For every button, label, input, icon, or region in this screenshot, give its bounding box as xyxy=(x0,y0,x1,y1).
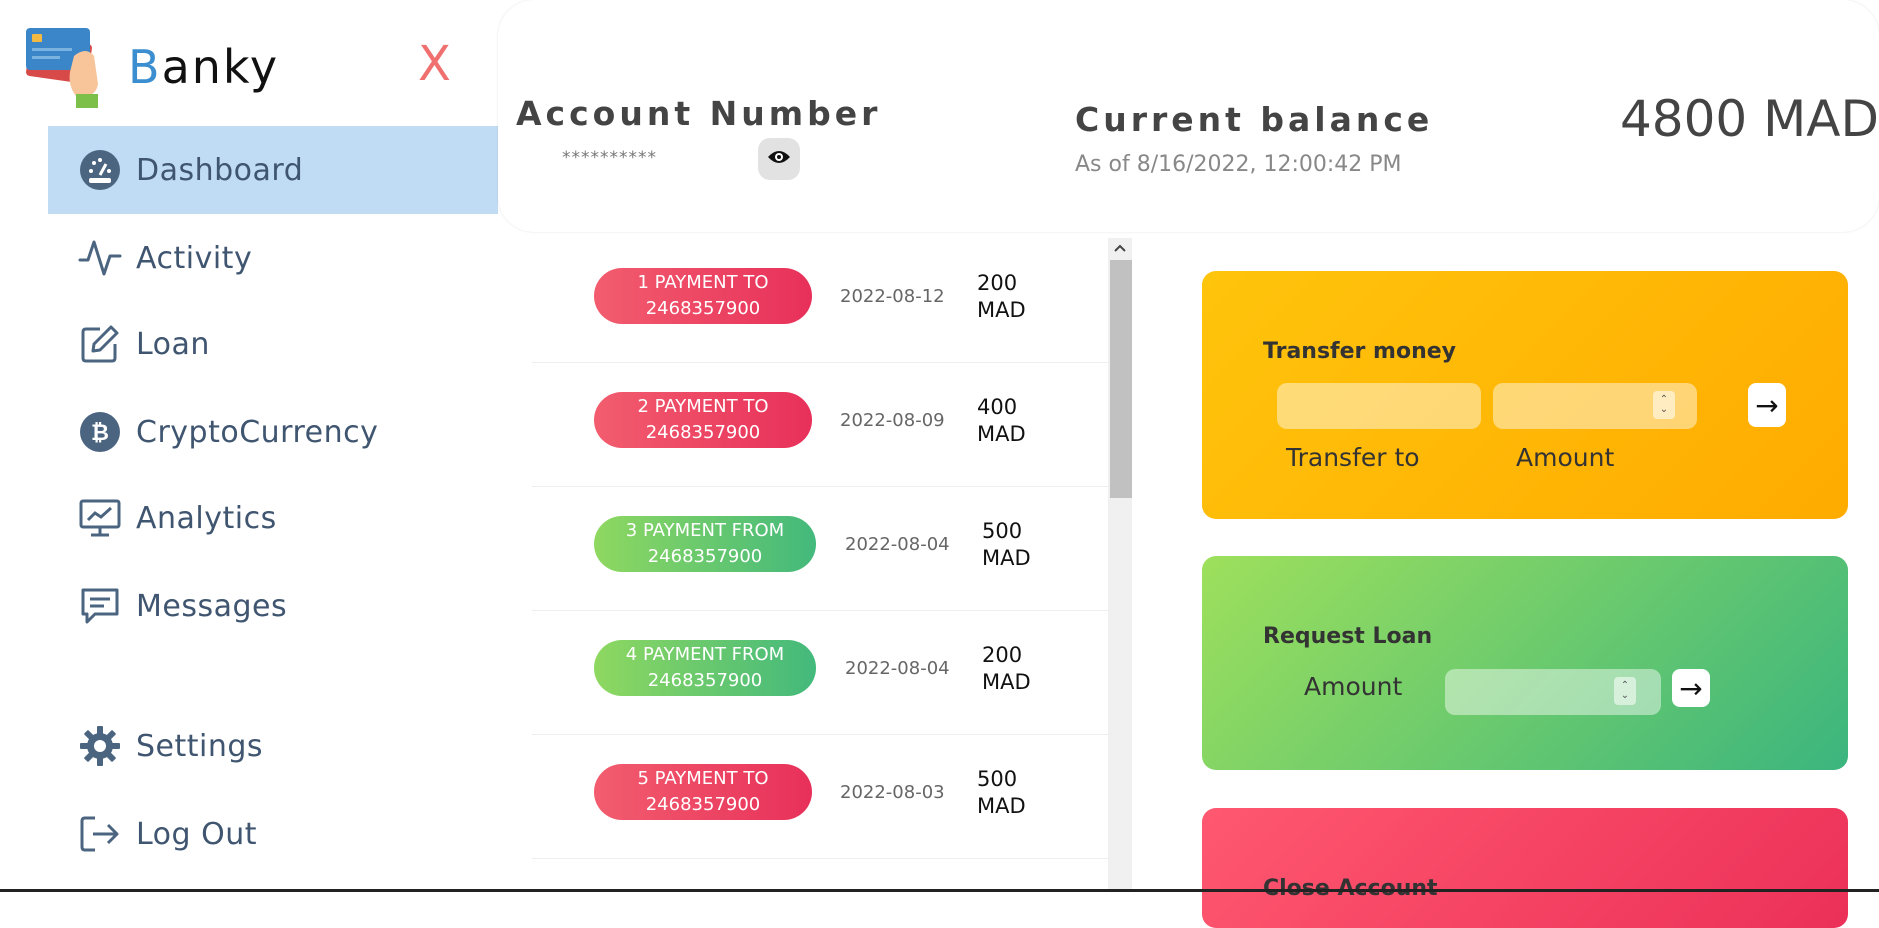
sidebar-item-label: Dashboard xyxy=(136,152,304,188)
activity-pulse-icon xyxy=(78,236,122,280)
transfer-amount-label: Amount xyxy=(1516,443,1615,472)
balance-amount: 4800 MAD xyxy=(1620,90,1879,148)
sidebar-item-label: Activity xyxy=(136,240,253,276)
movement-row: 2 PAYMENT TO 2468357900 2022-08-09 400 MAD xyxy=(532,362,1108,487)
movement-type-badge: 5 PAYMENT TO 2468357900 xyxy=(594,764,812,820)
sidebar-item-label: Settings xyxy=(136,728,264,764)
monitor-chart-icon xyxy=(78,496,122,540)
transfer-money-card: Transfer money ⌃ ⌄ → Transfer to Amount xyxy=(1202,271,1848,519)
movement-row: 4 PAYMENT FROM 2468357900 2022-08-04 200 M… xyxy=(532,610,1108,735)
dashboard-gauge-icon xyxy=(78,148,122,192)
transfer-to-label: Transfer to xyxy=(1286,443,1420,472)
movement-amount: 500 MAD xyxy=(982,519,1031,570)
account-number-value: ********** xyxy=(562,148,657,168)
bitcoin-icon: ₿ xyxy=(78,410,122,454)
sidebar-item-label: Loan xyxy=(136,326,210,362)
balance-date: As of 8/16/2022, 12:00:42 PM xyxy=(1075,152,1402,177)
svg-text:₿: ₿ xyxy=(91,421,109,446)
movement-amount: 400 MAD xyxy=(977,395,1026,446)
movement-amount: 500 MAD xyxy=(977,767,1026,818)
gear-icon xyxy=(78,724,122,768)
sidebar-item-messages[interactable]: Messages xyxy=(48,562,498,650)
movement-date: 2022-08-12 xyxy=(840,286,945,307)
edit-note-icon xyxy=(78,322,122,366)
loan-amount-label: Amount xyxy=(1304,672,1403,701)
scrollbar-thumb[interactable] xyxy=(1110,260,1132,498)
movement-type-badge: 4 PAYMENT FROM 2468357900 xyxy=(594,640,816,696)
sidebar-item-loan[interactable]: Loan xyxy=(48,300,498,388)
sidebar-item-activity[interactable]: Activity xyxy=(48,214,498,302)
show-account-number-button[interactable] xyxy=(758,138,800,180)
movement-row: 1 PAYMENT TO 2468357900 2022-08-12 200 MAD xyxy=(532,238,1108,363)
movement-row: 3 PAYMENT FROM 2468357900 2022-08-04 500 M… xyxy=(532,486,1108,611)
account-number-title: Account Number xyxy=(516,94,882,133)
transfer-submit-button[interactable]: → xyxy=(1748,383,1786,427)
sidebar-item-dashboard[interactable]: Dashboard xyxy=(48,126,498,214)
amount-stepper[interactable]: ⌃ ⌄ xyxy=(1653,391,1675,419)
sidebar-item-label: Messages xyxy=(136,588,288,624)
sidebar-item-settings[interactable]: Settings xyxy=(48,702,498,790)
sidebar-item-analytics[interactable]: Analytics xyxy=(48,474,498,562)
movement-amount: 200 MAD xyxy=(982,643,1031,694)
message-icon xyxy=(78,584,122,628)
movement-date: 2022-08-09 xyxy=(840,410,945,431)
movement-date: 2022-08-04 xyxy=(845,658,950,679)
movements-list[interactable]: 1 PAYMENT TO 2468357900 2022-08-12 200 MAD… xyxy=(532,238,1108,892)
sidebar-item-logout[interactable]: Log Out xyxy=(48,790,498,878)
sidebar-item-label: Log Out xyxy=(136,816,258,852)
sidebar-item-cryptocurrency[interactable]: ₿ CryptoCurrency xyxy=(48,388,498,476)
movement-type-badge: 1 PAYMENT TO 2468357900 xyxy=(594,268,812,324)
current-balance-title: Current balance xyxy=(1075,100,1434,139)
card-hand-logo-icon xyxy=(24,26,114,110)
close-account-card: Close Account xyxy=(1202,808,1848,928)
logout-icon xyxy=(78,812,122,856)
sidebar-item-label: Analytics xyxy=(136,500,277,536)
sidebar: Banky X Dashboard Activity Loan ₿ Crypto… xyxy=(0,0,498,892)
movement-type-badge: 2 PAYMENT TO 2468357900 xyxy=(594,392,812,448)
movement-date: 2022-08-04 xyxy=(845,534,950,555)
loan-submit-button[interactable]: → xyxy=(1672,669,1710,707)
movement-row: 5 PAYMENT TO 2468357900 2022-08-03 500 MAD xyxy=(532,734,1108,859)
transfer-money-title: Transfer money xyxy=(1263,339,1457,364)
movement-date: 2022-08-03 xyxy=(840,782,945,803)
close-sidebar-button[interactable]: X xyxy=(418,40,451,88)
movement-amount: 200 MAD xyxy=(977,271,1026,322)
request-loan-card: Request Loan Amount ⌃ ⌄ → xyxy=(1202,556,1848,770)
transfer-to-input[interactable] xyxy=(1277,383,1481,429)
eye-icon xyxy=(767,149,791,169)
scroll-up-arrow-icon[interactable] xyxy=(1108,238,1132,258)
request-loan-title: Request Loan xyxy=(1263,624,1433,649)
movement-type-badge: 3 PAYMENT FROM 2468357900 xyxy=(594,516,816,572)
loan-amount-stepper[interactable]: ⌃ ⌄ xyxy=(1614,677,1636,705)
brand-name: Banky xyxy=(128,40,280,94)
sidebar-item-label: CryptoCurrency xyxy=(136,414,379,450)
